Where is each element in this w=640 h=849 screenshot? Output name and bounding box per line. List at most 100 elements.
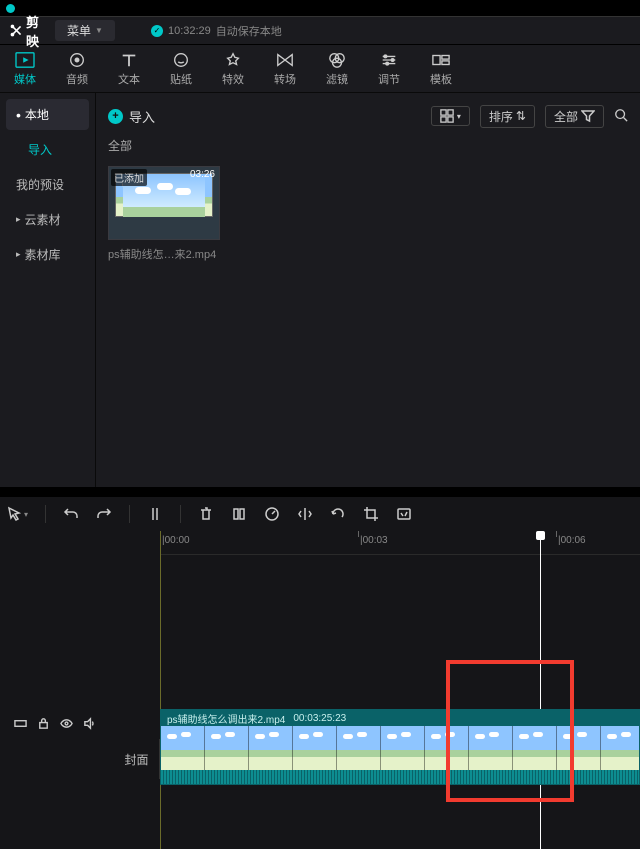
speed-icon (264, 506, 280, 522)
trim-icon (231, 506, 247, 522)
media-thumbnail: 已添加 03:26 (108, 166, 220, 240)
import-button[interactable]: + 导入 (108, 107, 155, 126)
cover-label[interactable]: 封面 (114, 739, 160, 779)
tab-filter-label: 滤镜 (326, 71, 348, 87)
menu-label: 菜单 (67, 22, 91, 39)
media-filename: ps辅助线怎…来2.mp4 (108, 246, 220, 262)
transition-icon (274, 51, 296, 69)
tab-template-label: 模板 (430, 71, 452, 87)
chevron-down-icon: ▾ (457, 112, 461, 121)
top-toolbar: 媒体 音频 文本 贴纸 特效 转场 滤镜 调节 模板 (0, 44, 640, 92)
media-duration: 03:26 (190, 169, 215, 180)
menu-button[interactable]: 菜单 ▼ (55, 20, 115, 41)
tab-sticker-label: 贴纸 (170, 71, 192, 87)
view-toggle[interactable]: ▾ (431, 106, 470, 126)
tab-sticker[interactable]: 贴纸 (170, 51, 192, 87)
filter-button[interactable]: 全部 (545, 105, 604, 128)
crop-button[interactable] (363, 506, 379, 522)
import-label: 导入 (129, 107, 155, 126)
tab-effect[interactable]: 特效 (222, 51, 244, 87)
redo-button[interactable] (96, 506, 112, 522)
ruler-tick: |00:06 (558, 535, 586, 546)
sidebar-item-label: 我的预设 (16, 176, 64, 193)
tab-transition[interactable]: 转场 (274, 51, 296, 87)
category-all-label: 全部 (108, 137, 628, 154)
main-area: •本地 导入 我的预设 ▸云素材 ▸ 素材库 + 导入 ▾ 排序⇅ 全部 全部 (0, 92, 640, 487)
effect-icon (222, 51, 244, 69)
media-icon (14, 51, 36, 69)
split-button[interactable] (147, 506, 163, 522)
playhead[interactable] (540, 531, 541, 849)
check-icon: ✓ (151, 25, 163, 37)
tab-transition-label: 转场 (274, 71, 296, 87)
delete-button[interactable] (198, 506, 214, 522)
redo-icon (96, 506, 112, 522)
undo-icon (63, 506, 79, 522)
media-grid: 已添加 03:26 ps辅助线怎…来2.mp4 (108, 166, 628, 262)
content-top-bar: + 导入 ▾ 排序⇅ 全部 (108, 101, 628, 131)
tab-audio-label: 音频 (66, 71, 88, 87)
timeline-toolbar (0, 497, 640, 531)
ai-icon (396, 506, 412, 522)
crop-icon (363, 506, 379, 522)
content-controls: ▾ 排序⇅ 全部 (431, 105, 628, 128)
cursor-tool[interactable] (6, 506, 28, 522)
collapse-icon[interactable] (14, 717, 27, 730)
logo-text: 剪映 (26, 12, 39, 50)
os-titlebar (0, 0, 640, 16)
sticker-icon (170, 51, 192, 69)
autosave-status: ✓ 10:32:29 自动保存本地 (151, 23, 282, 39)
trim-button[interactable] (231, 506, 247, 522)
sidebar-item-library[interactable]: ▸ 素材库 (0, 237, 95, 272)
adjust-icon (378, 51, 400, 69)
video-clip[interactable]: ps辅助线怎么调出来2.mp4 00:03:25:23 (160, 709, 640, 785)
speaker-icon[interactable] (83, 717, 96, 730)
app-header: 剪映 菜单 ▼ ✓ 10:32:29 自动保存本地 (0, 16, 640, 44)
sidebar-item-presets[interactable]: 我的预设 (0, 167, 95, 202)
tab-filter[interactable]: 滤镜 (326, 51, 348, 87)
sidebar-item-label: 素材库 (25, 246, 61, 263)
clip-frames (161, 726, 639, 770)
clip-header: ps辅助线怎么调出来2.mp4 00:03:25:23 (161, 710, 639, 726)
media-card[interactable]: 已添加 03:26 ps辅助线怎…来2.mp4 (108, 166, 220, 262)
sidebar-item-cloud[interactable]: ▸云素材 (0, 202, 95, 237)
sort-button[interactable]: 排序⇅ (480, 105, 535, 128)
sidebar-item-label: 云素材 (25, 211, 61, 228)
sidebar-item-import[interactable]: 导入 (0, 132, 95, 167)
app-logo: 剪映 (10, 12, 39, 50)
autosave-time: 10:32:29 (168, 25, 211, 37)
tab-template[interactable]: 模板 (430, 51, 452, 87)
filter-label: 全部 (554, 108, 578, 125)
sidebar-item-label: 导入 (28, 141, 52, 158)
added-tag: 已添加 (111, 169, 147, 186)
tab-text[interactable]: 文本 (118, 51, 140, 87)
speed-button[interactable] (264, 506, 280, 522)
caret-right-icon: ▸ (16, 249, 21, 260)
plus-icon: + (108, 109, 123, 124)
timeline-ruler[interactable]: |00:00 |00:03 |00:06 (160, 531, 640, 555)
autosave-text: 自动保存本地 (216, 23, 282, 39)
tab-effect-label: 特效 (222, 71, 244, 87)
sidebar-item-local[interactable]: •本地 (6, 99, 89, 130)
clip-duration: 00:03:25:23 (293, 713, 346, 724)
filter-icon (326, 51, 348, 69)
eye-icon[interactable] (60, 717, 73, 730)
tab-audio[interactable]: 音频 (66, 51, 88, 87)
tab-media[interactable]: 媒体 (14, 51, 36, 87)
undo-button[interactable] (63, 506, 79, 522)
search-button[interactable] (614, 108, 628, 125)
chevron-down-icon: ▼ (95, 26, 103, 35)
sidebar: •本地 导入 我的预设 ▸云素材 ▸ 素材库 (0, 93, 96, 487)
audio-icon (66, 51, 88, 69)
sidebar-item-label: 本地 (25, 106, 49, 123)
timeline[interactable]: |00:00 |00:03 |00:06 封面 ps辅助线怎么调出来2.mp4 … (0, 531, 640, 849)
grid-icon (440, 109, 454, 123)
tab-adjust[interactable]: 调节 (378, 51, 400, 87)
tab-adjust-label: 调节 (378, 71, 400, 87)
mirror-button[interactable] (297, 506, 313, 522)
lock-icon[interactable] (37, 717, 50, 730)
ai-button[interactable] (396, 506, 412, 522)
ruler-tick: |00:03 (360, 535, 388, 546)
ruler-tick: |00:00 (162, 535, 190, 546)
rotate-button[interactable] (330, 506, 346, 522)
